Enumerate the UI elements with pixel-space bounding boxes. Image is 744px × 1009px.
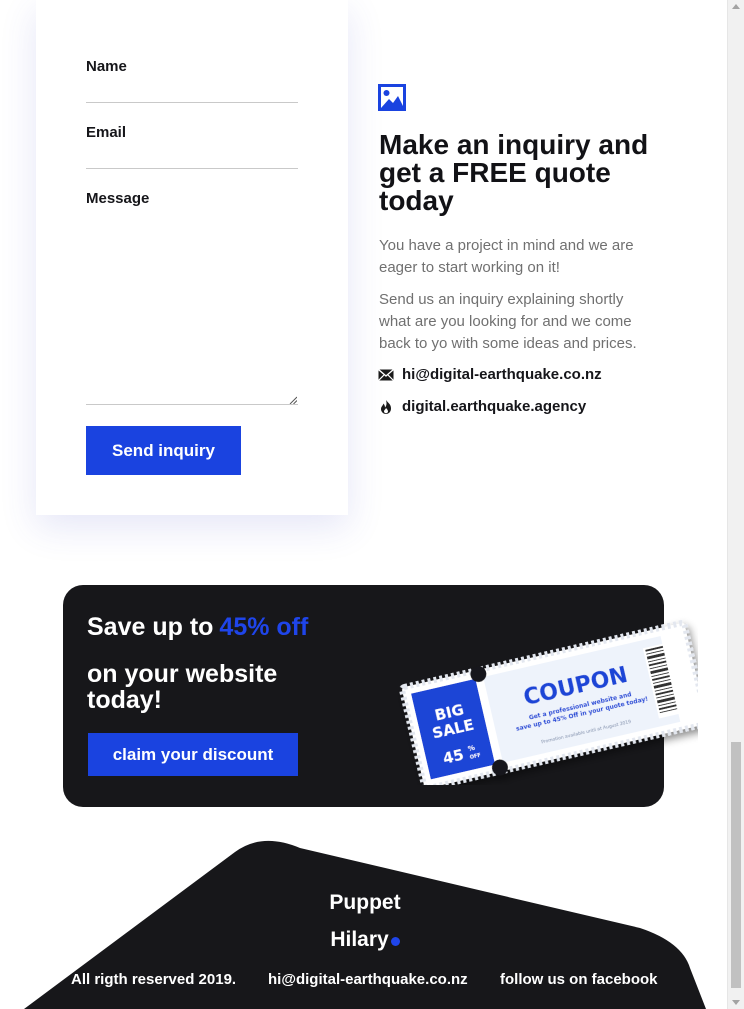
promo-banner: Save up to 45% off on your website today!… <box>63 585 698 807</box>
footer-email-link[interactable]: hi@digital-earthquake.co.nz <box>268 971 468 988</box>
footer-brand-line2: Hilary <box>330 928 389 951</box>
contact-email[interactable]: hi@digital-earthquake.co.nz <box>378 366 602 383</box>
email-field[interactable] <box>86 168 298 169</box>
send-inquiry-button[interactable]: Send inquiry <box>86 426 241 475</box>
footer-logo[interactable]: Puppet Hilary <box>320 884 410 958</box>
email-label: Email <box>86 124 127 141</box>
name-label: Name <box>86 58 127 75</box>
scroll-down-arrow-icon[interactable] <box>732 1000 740 1005</box>
details-paragraph: Send us an inquiry explaining shortly wh… <box>379 291 637 352</box>
footer-brand-line1: Puppet <box>329 891 401 914</box>
name-field[interactable] <box>86 102 298 103</box>
inquiry-form: Name Email Message Send inquiry <box>36 0 348 515</box>
resize-handle-icon[interactable] <box>289 396 297 404</box>
contact-email-text: hi@digital-earthquake.co.nz <box>402 366 602 383</box>
contact-website[interactable]: digital.earthquake.agency <box>378 398 586 415</box>
coupon-illustration: BIG SALE 45 % OFF COUPON Get a professio… <box>399 620 698 785</box>
scrollbar-thumb[interactable] <box>731 742 741 988</box>
promo-subheadline: on your website today! <box>87 660 278 714</box>
promo-discount: 45% off <box>219 613 309 641</box>
image-icon <box>378 84 406 111</box>
intro-paragraph: You have a project in mind and we are ea… <box>379 237 634 276</box>
footer-copyright: All rigth reserved 2019. <box>71 971 237 988</box>
mail-icon <box>378 368 394 381</box>
brand-dot-icon <box>390 937 400 946</box>
message-label: Message <box>86 190 150 207</box>
claim-discount-button[interactable]: claim your discount <box>88 733 298 776</box>
promo-headline: Save up to 45% off <box>87 613 308 642</box>
footer-facebook-link[interactable]: follow us on facebook <box>500 971 658 988</box>
inquiry-title: Make an inquiry and get a FREE quote tod… <box>379 129 649 216</box>
contact-website-text: digital.earthquake.agency <box>402 398 587 415</box>
scroll-up-arrow-icon[interactable] <box>732 4 740 9</box>
flame-icon <box>381 399 391 414</box>
message-textarea[interactable] <box>86 215 298 405</box>
page-scrollbar[interactable] <box>727 0 744 1009</box>
promo-headline-prefix: Save up to <box>87 613 214 641</box>
